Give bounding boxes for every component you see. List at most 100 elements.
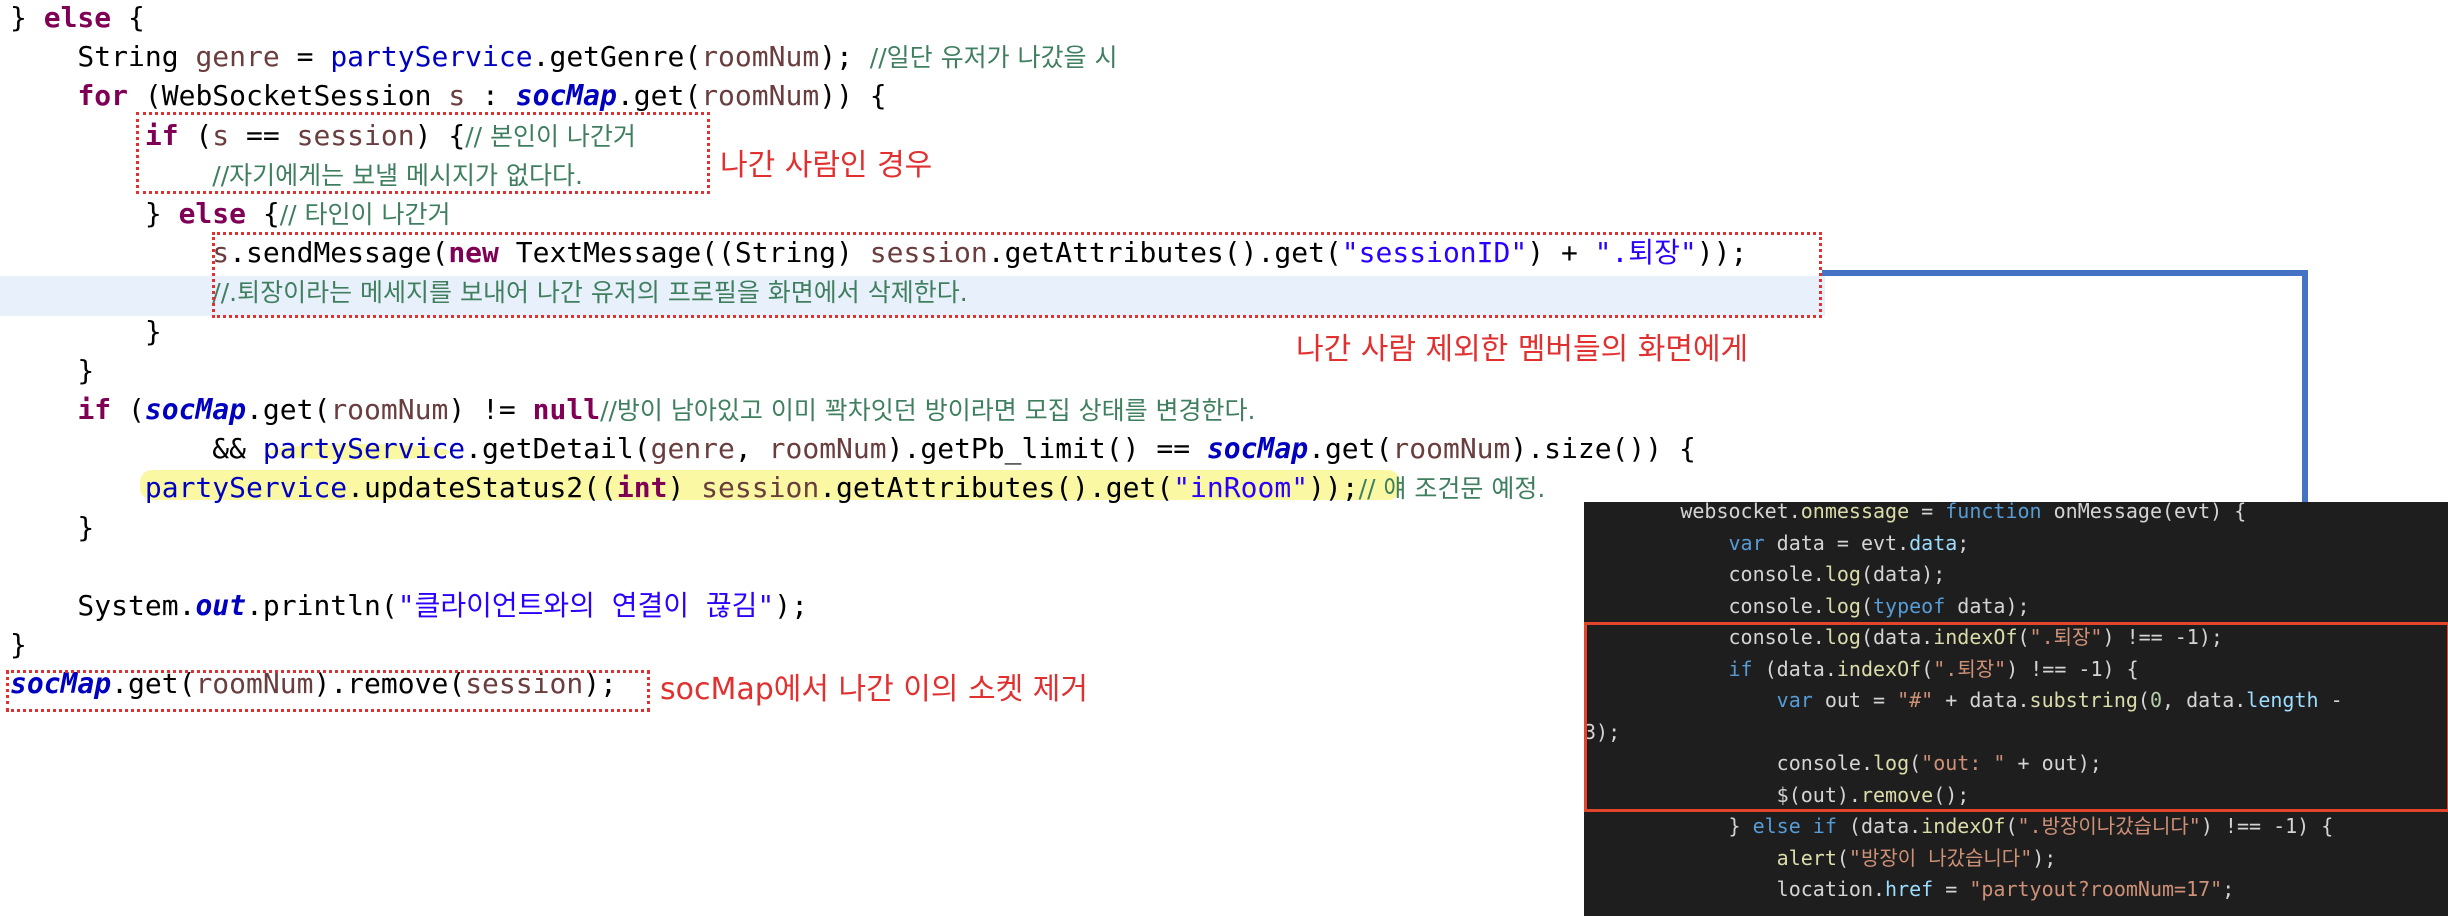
js-token: location. <box>1584 877 1886 901</box>
js-token: function <box>1945 502 2042 523</box>
java-line: } <box>10 508 94 547</box>
java-token: ); <box>819 40 870 74</box>
js-token: "partyout?roomNum=17" <box>1969 877 2223 901</box>
js-token: data <box>1909 530 1958 555</box>
java-token: && <box>10 432 263 466</box>
js-token: ) !== -1) { <box>2200 814 2334 838</box>
java-token: else <box>178 197 247 230</box>
java-token: .getDetail( <box>465 432 651 466</box>
js-token: log <box>1824 593 1861 618</box>
js-token: = <box>1933 877 1970 901</box>
java-token: out <box>195 589 247 622</box>
js-line: console.log(typeof data); <box>1584 591 2029 623</box>
java-token: roomNum <box>330 393 449 426</box>
java-token: .getAttributes().get( <box>819 471 1174 505</box>
java-token: { <box>111 1 145 34</box>
java-token <box>10 119 145 152</box>
java-line: } <box>10 351 94 390</box>
java-token: { <box>246 197 280 230</box>
js-line: console.log(data); <box>1584 559 1945 591</box>
java-token: partyService <box>330 40 533 74</box>
java-token: session <box>701 471 820 505</box>
java-token: ).size()) { <box>1510 432 1696 466</box>
js-token <box>1584 531 1729 555</box>
java-token: roomNum <box>701 79 820 113</box>
js-token: ( <box>2005 814 2018 838</box>
js-line: location.href = "partyout?roomNum=17"; <box>1584 874 2235 906</box>
java-token: } <box>10 353 95 387</box>
js-token: ); <box>2032 845 2057 870</box>
java-token: : <box>465 79 516 113</box>
js-token: } <box>1584 814 1753 838</box>
java-line: System.out.println("클라이언트와의 연결이 끊김"); <box>10 586 808 625</box>
java-token: .get( <box>246 393 331 426</box>
js-token: ; <box>2222 877 2235 901</box>
java-token: roomNum <box>768 432 887 466</box>
java-token: , <box>734 432 769 466</box>
java-token: System. <box>10 589 196 622</box>
java-line: if (socMap.get(roomNum) != null//방이 남아있고… <box>10 390 1255 429</box>
java-token: //일단 유저가 나갔을 시 <box>869 43 1118 73</box>
java-token: socMap <box>515 79 617 113</box>
annotation-self-leave: 나간 사람인 경우 <box>720 148 933 183</box>
js-token: (data); <box>1860 562 1946 586</box>
java-token: .getGenre( <box>532 40 702 74</box>
java-token: for <box>77 79 129 113</box>
java-token: else <box>43 1 112 34</box>
js-token: console. <box>1584 562 1825 586</box>
java-token: } <box>10 510 95 544</box>
js-token: log <box>1824 562 1861 586</box>
java-token: null <box>532 393 601 426</box>
java-line: } else { <box>10 0 145 37</box>
java-token: } <box>10 1 44 34</box>
remove-socket-box <box>6 670 650 712</box>
java-token: } <box>10 197 179 230</box>
java-token: partyService <box>144 471 348 505</box>
java-line: && partyService.getDetail(genre, roomNum… <box>10 429 1696 468</box>
java-token: ).getPb_limit() == <box>886 432 1207 466</box>
annotation-others-screen: 나간 사람 제외한 멤버들의 화면에게 <box>1296 332 1749 367</box>
java-token: .updateStatus2(( <box>347 471 617 505</box>
java-token <box>10 275 212 308</box>
java-token: "클라이언트와의 연결이 끊김" <box>397 589 775 622</box>
js-token: (data. <box>1836 814 1922 838</box>
java-token: s <box>448 79 466 113</box>
annotation-remove-socket: socMap에서 나간 이의 소켓 제거 <box>660 672 1088 707</box>
java-token: socMap <box>144 393 247 426</box>
js-token: ; <box>1957 530 1970 555</box>
js-line: } else if (data.indexOf(".방장이나갔습니다") !==… <box>1584 811 2333 843</box>
js-token: websocket. <box>1584 502 1801 523</box>
java-token: genre <box>195 40 280 74</box>
js-token: var <box>1728 530 1765 555</box>
java-token: String <box>10 40 196 74</box>
js-token: "방장이 나갔습니다" <box>1848 845 2033 870</box>
js-token: typeof <box>1873 593 1946 618</box>
java-line: for (WebSocketSession s : socMap.get(roo… <box>10 76 887 115</box>
java-token: int <box>616 471 668 505</box>
java-token: } <box>10 314 162 348</box>
java-token: roomNum <box>701 40 820 74</box>
java-token: ); <box>774 589 809 622</box>
java-token: // 타인이 나간거 <box>279 200 451 229</box>
java-token: roomNum <box>1392 432 1511 466</box>
js-token: ( <box>1836 845 1849 870</box>
java-line: } else {// 타인이 나간거 <box>10 194 451 233</box>
java-token: .println( <box>246 589 398 622</box>
java-token: )); <box>1308 471 1359 505</box>
java-line: } <box>10 312 162 351</box>
java-token: } <box>10 628 27 662</box>
js-line: var data = evt.data; <box>1584 528 1970 560</box>
js-token: href <box>1885 877 1934 901</box>
java-token: .get( <box>1308 432 1393 466</box>
js-token: ".방장이나갔습니다" <box>2017 814 2201 838</box>
java-token: "inRoom" <box>1173 471 1309 505</box>
java-line: } <box>10 625 27 664</box>
java-token: // 얘 조건문 예정. <box>1358 474 1546 504</box>
java-token <box>10 79 77 112</box>
js-token: ( <box>1860 593 1873 618</box>
js-line: websocket.onmessage = function onMessage… <box>1584 502 2246 528</box>
java-token: partyService <box>262 432 466 466</box>
self-leave-box <box>136 112 710 194</box>
java-token: )) { <box>819 79 887 113</box>
java-token <box>10 471 145 504</box>
